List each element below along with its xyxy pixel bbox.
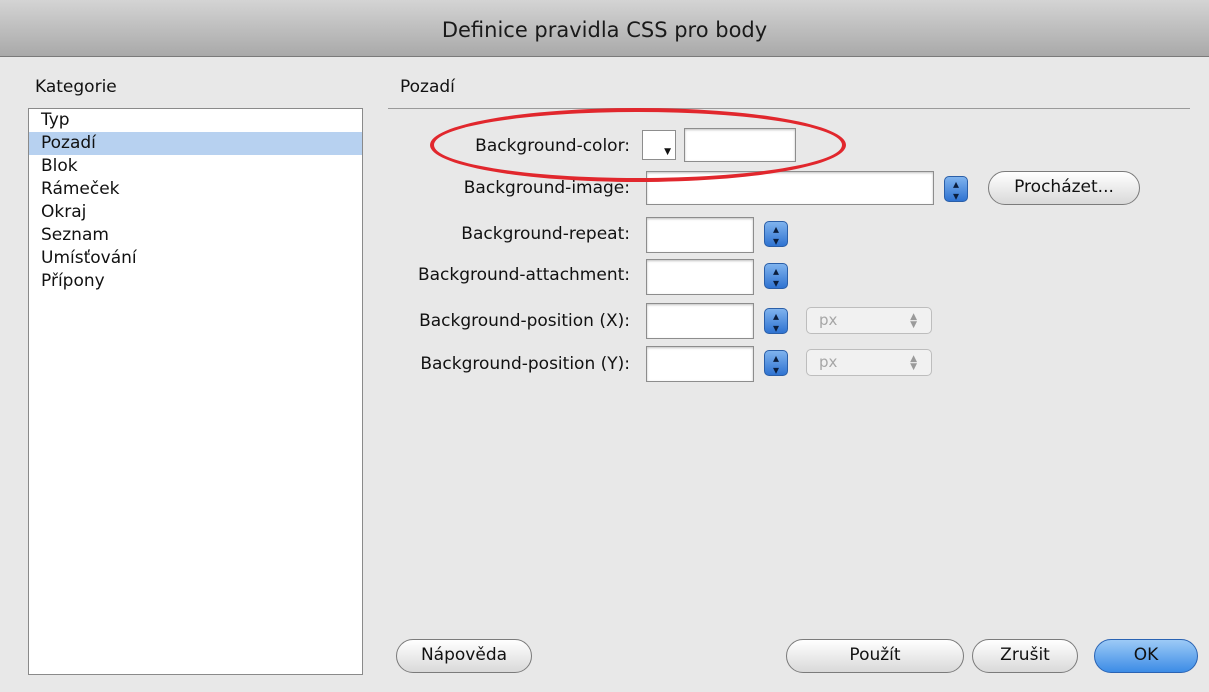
up-down-arrows-icon: ▴ ▾: [952, 177, 960, 203]
background-position-y-popup[interactable]: ▴ ▾: [764, 350, 788, 376]
background-image-popup[interactable]: ▴ ▾: [944, 176, 968, 202]
category-item-typ[interactable]: Typ: [29, 109, 362, 132]
background-color-input[interactable]: [684, 128, 796, 162]
background-repeat-input[interactable]: [646, 217, 754, 253]
apply-button[interactable]: Použít: [786, 639, 964, 673]
chevron-down-icon: ▼: [664, 147, 671, 157]
position-y-unit-value: px: [819, 353, 838, 371]
background-repeat-popup[interactable]: ▴ ▾: [764, 221, 788, 247]
category-item-blok[interactable]: Blok: [29, 155, 362, 178]
position-x-unit-select: px ▲ ▼: [806, 307, 932, 334]
background-attachment-input[interactable]: [646, 259, 754, 295]
background-position-y-input[interactable]: [646, 346, 754, 382]
category-item-okraj[interactable]: Okraj: [29, 201, 362, 224]
color-picker-swatch[interactable]: ▼: [642, 130, 676, 160]
section-divider: [388, 108, 1190, 109]
categories-heading: Kategorie: [35, 77, 117, 97]
up-down-arrows-icon: ▴ ▾: [772, 222, 780, 248]
category-item-ramecek[interactable]: Rámeček: [29, 178, 362, 201]
background-image-label: Background-image:: [463, 178, 630, 198]
up-down-arrows-icon: ▲ ▼: [910, 354, 917, 372]
section-title: Pozadí: [400, 77, 455, 97]
background-repeat-label: Background-repeat:: [461, 224, 630, 244]
category-list[interactable]: Typ Pozadí Blok Rámeček Okraj Seznam Umí…: [28, 108, 363, 675]
up-down-arrows-icon: ▴ ▾: [772, 351, 780, 377]
background-position-y-label: Background-position (Y):: [420, 354, 630, 374]
up-down-arrows-icon: ▲ ▼: [910, 312, 917, 330]
ok-button[interactable]: OK: [1094, 639, 1198, 673]
help-button[interactable]: Nápověda: [396, 639, 532, 673]
category-item-pripony[interactable]: Přípony: [29, 270, 362, 293]
background-position-x-label: Background-position (X):: [419, 311, 630, 331]
window-title: Definice pravidla CSS pro body: [0, 0, 1209, 57]
position-y-unit-select: px ▲ ▼: [806, 349, 932, 376]
category-item-pozadi[interactable]: Pozadí: [29, 132, 362, 155]
category-item-seznam[interactable]: Seznam: [29, 224, 362, 247]
position-x-unit-value: px: [819, 311, 838, 329]
background-position-x-popup[interactable]: ▴ ▾: [764, 308, 788, 334]
browse-button[interactable]: Procházet...: [988, 171, 1140, 205]
background-attachment-popup[interactable]: ▴ ▾: [764, 263, 788, 289]
background-image-input[interactable]: [646, 171, 934, 205]
cancel-button[interactable]: Zrušit: [972, 639, 1078, 673]
background-position-x-input[interactable]: [646, 303, 754, 339]
up-down-arrows-icon: ▴ ▾: [772, 264, 780, 290]
background-attachment-label: Background-attachment:: [417, 265, 630, 285]
background-color-label: Background-color:: [475, 136, 630, 156]
up-down-arrows-icon: ▴ ▾: [772, 309, 780, 335]
category-item-umistovani[interactable]: Umísťování: [29, 247, 362, 270]
